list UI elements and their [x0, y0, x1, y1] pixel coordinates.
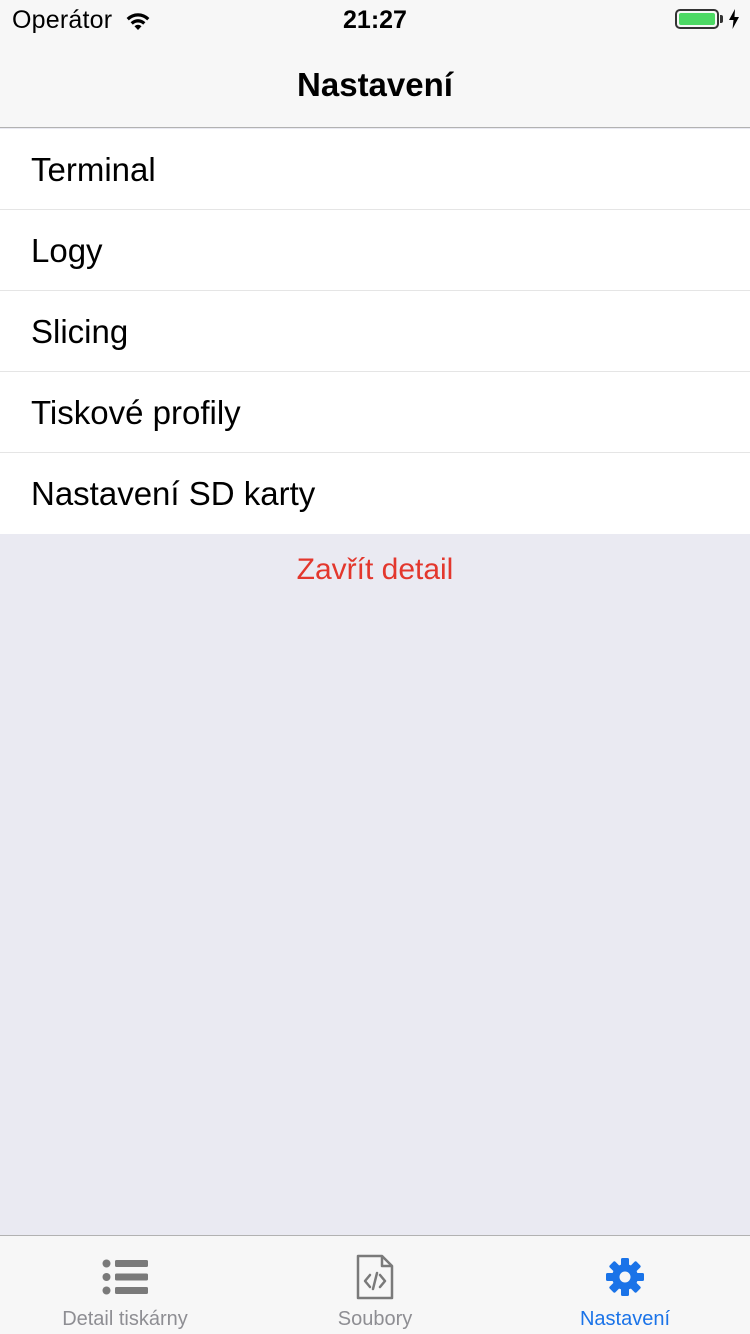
settings-item-sd-card[interactable]: Nastavení SD karty [0, 453, 750, 534]
battery-icon [675, 9, 719, 29]
settings-item-label: Slicing [31, 312, 129, 350]
tab-files[interactable]: Soubory [250, 1236, 500, 1334]
navigation-bar: Nastavení [0, 40, 750, 128]
tab-label: Detail tiskárny [62, 1308, 188, 1330]
status-bar: Operátor 21:27 [0, 0, 750, 40]
close-detail-button[interactable]: Zavřít detail [0, 553, 750, 587]
charging-bolt-icon [729, 9, 739, 29]
settings-item-print-profiles[interactable]: Tiskové profily [0, 372, 750, 453]
settings-item-label: Logy [31, 231, 103, 269]
settings-item-terminal[interactable]: Terminal [0, 129, 750, 210]
list-icon [100, 1254, 150, 1300]
page-title: Nastavení [297, 66, 453, 103]
tab-printer-detail[interactable]: Detail tiskárny [0, 1236, 250, 1334]
settings-item-slicing[interactable]: Slicing [0, 291, 750, 372]
tab-label: Soubory [337, 1308, 413, 1330]
battery-level-fill [679, 13, 715, 25]
battery-indicator [675, 9, 740, 29]
tab-label: Nastavení [579, 1308, 671, 1330]
code-file-icon [350, 1254, 400, 1300]
tab-settings[interactable]: Nastavení [500, 1236, 750, 1334]
tab-bar: Detail tiskárny Soubory Nastavení [0, 1235, 750, 1334]
settings-item-logs[interactable]: Logy [0, 210, 750, 291]
status-time: 21:27 [343, 6, 407, 34]
settings-item-label: Tiskové profily [31, 393, 241, 431]
settings-item-label: Terminal [31, 150, 156, 188]
settings-item-label: Nastavení SD karty [31, 474, 316, 512]
settings-list: Terminal Logy Slicing Tiskové profily Na… [0, 129, 750, 534]
gear-icon [600, 1254, 650, 1300]
